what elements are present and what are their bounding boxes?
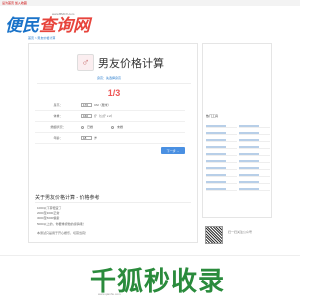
sidebar-link[interactable] xyxy=(206,152,237,156)
sidebar-link[interactable] xyxy=(206,187,237,191)
divider xyxy=(35,202,191,203)
sidebar-link[interactable] xyxy=(239,138,270,142)
breadcrumb[interactable]: 首页 > 男友价格计算 xyxy=(28,36,55,40)
sidebar-link[interactable] xyxy=(239,173,270,177)
divider xyxy=(37,83,191,84)
age-unit: 岁 xyxy=(94,136,98,140)
sidebar-link[interactable] xyxy=(239,131,270,135)
sidebar-title: 热门工具 xyxy=(206,114,219,118)
marital-row: 婚姻状况： 已婚 未婚 xyxy=(35,122,185,133)
qr-caption: 扫一扫关注公众号 xyxy=(228,230,253,234)
logo-accent-text: 查询网 xyxy=(39,16,90,35)
top-bar-links[interactable]: 设为首页 加入收藏 xyxy=(2,1,27,5)
person-icon: ♂ xyxy=(77,54,94,71)
site-logo[interactable]: 便民查询网 xyxy=(5,11,90,36)
page-title: 男友价格计算 xyxy=(98,57,164,70)
sidebar-link[interactable] xyxy=(206,138,237,142)
step-indicator: 1/3 xyxy=(107,88,121,98)
footer-credit: www.qianhu.com xyxy=(98,292,121,296)
sidebar-link[interactable] xyxy=(206,173,237,177)
page: 设为首页 加入收藏 便民查询网 www.BMCX.com 首页 > 男友价格计算… xyxy=(0,0,300,300)
sidebar-link[interactable] xyxy=(239,124,270,128)
height-row: 身高： 170 CM（厘米） xyxy=(35,100,185,111)
sidebar-link[interactable] xyxy=(239,166,270,170)
sidebar: 热门工具 xyxy=(202,43,272,218)
next-button[interactable]: 下一步 → xyxy=(161,147,185,154)
age-label: 年龄： xyxy=(53,136,63,140)
height-select[interactable]: 170 xyxy=(81,103,92,107)
reference-list: 1000以下算便宜了 2000至3000正常 3000至5000偏贵 5000以… xyxy=(37,206,86,227)
unmarried-radio[interactable] xyxy=(111,125,115,129)
sidebar-link[interactable] xyxy=(206,145,237,149)
logo-url: www.BMCX.com xyxy=(52,12,75,16)
age-row: 年龄： 18 岁 xyxy=(35,133,185,144)
section-title: 关于男友价格计算 - 价格参考 xyxy=(35,195,100,201)
sidebar-link[interactable] xyxy=(206,166,237,170)
weight-label: 体重： xyxy=(53,114,63,118)
married-label: 已婚 xyxy=(87,125,94,129)
weight-select[interactable]: 160 xyxy=(81,114,92,118)
sidebar-link-grid xyxy=(206,124,270,191)
married-radio[interactable] xyxy=(81,125,84,129)
age-select[interactable]: 18 xyxy=(81,136,92,140)
weight-row: 体重： 160 斤（公斤 x 2） xyxy=(35,111,185,122)
weight-unit: 斤（公斤 x 2） xyxy=(94,114,114,118)
page-subtitle: 身高：先选择身高 xyxy=(97,76,122,80)
title-row: ♂ 男友价格计算 xyxy=(77,54,164,71)
header: 便民查询网 www.BMCX.com xyxy=(0,6,300,36)
sidebar-link[interactable] xyxy=(239,152,270,156)
sidebar-link[interactable] xyxy=(239,187,270,191)
qr-code xyxy=(205,226,223,244)
sidebar-link[interactable] xyxy=(206,180,237,184)
main-panel: ♂ 男友价格计算 身高：先选择身高 1/3 身高： 170 CM（厘米） 体重：… xyxy=(28,43,198,243)
unmarried-label: 未婚 xyxy=(117,125,124,129)
height-unit: CM（厘米） xyxy=(94,103,111,107)
sidebar-link[interactable] xyxy=(239,180,270,184)
sidebar-link[interactable] xyxy=(239,159,270,163)
logo-main-text: 便民 xyxy=(5,16,39,35)
sidebar-link[interactable] xyxy=(206,124,237,128)
sidebar-link[interactable] xyxy=(206,159,237,163)
height-label: 身高： xyxy=(53,103,63,107)
marital-label: 婚姻状况： xyxy=(50,125,66,129)
calculator-form: 身高： 170 CM（厘米） 体重： 160 斤（公斤 x 2） 婚姻状况： 已… xyxy=(35,100,185,144)
disclaimer-note: 本测试只是用于开心娱乐，切莫当真！ xyxy=(37,231,89,235)
sidebar-link[interactable] xyxy=(239,145,270,149)
list-item: 5000以上的，你要重视他的感情哦！ xyxy=(37,221,86,226)
sidebar-link[interactable] xyxy=(206,131,237,135)
